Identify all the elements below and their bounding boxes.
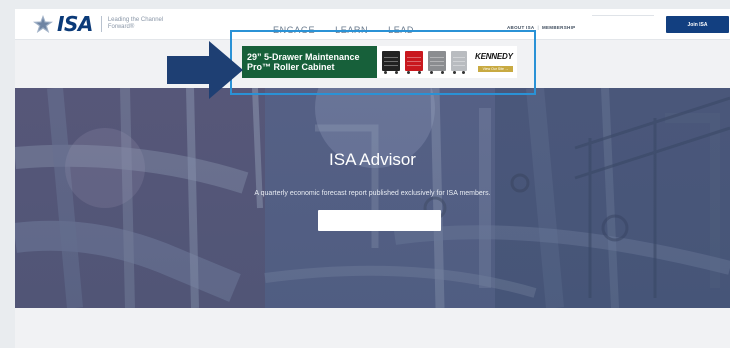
hero-subtitle: A quarterly economic forecast report pub… xyxy=(254,190,491,197)
util-separator: | xyxy=(537,25,539,30)
ad-brand: KENNEDY View Our Site → xyxy=(472,46,517,78)
arrow-right-icon xyxy=(167,41,243,99)
join-isa-button[interactable]: Join ISA xyxy=(666,16,729,33)
logo-tagline: Leading the Channel Forward® xyxy=(107,17,164,30)
logo-wordmark: ISA xyxy=(57,12,93,36)
membership-link[interactable]: MEMBERSHIP xyxy=(542,25,576,30)
view-our-site-button[interactable]: View Our Site → xyxy=(478,66,513,72)
search-field[interactable] xyxy=(592,15,654,16)
page: ISA Leading the Channel Forward® ENGAGE … xyxy=(15,9,730,348)
hero-title: ISA Advisor xyxy=(329,150,416,169)
kennedy-ad-banner[interactable]: 29” 5-Drawer Maintenance Pro™ Roller Cab… xyxy=(242,46,517,78)
silver-cabinet-image xyxy=(451,51,467,74)
isa-logo[interactable]: ISA Leading the Channel Forward® xyxy=(31,13,168,35)
star-logo-icon xyxy=(33,15,53,33)
logo-divider xyxy=(100,16,102,32)
black-cabinet-image xyxy=(382,51,400,74)
red-cabinet-image xyxy=(405,51,423,74)
ad-headline: 29” 5-Drawer Maintenance Pro™ Roller Cab… xyxy=(242,46,377,78)
kennedy-logo: KENNEDY xyxy=(475,52,513,61)
hero-cta-button[interactable] xyxy=(318,210,441,231)
hero-overlay xyxy=(15,88,730,308)
gray-cabinet-image xyxy=(428,51,446,74)
ad-product-images xyxy=(377,46,472,78)
hero-banner: ISA Advisor A quarterly economic forecas… xyxy=(15,88,730,308)
